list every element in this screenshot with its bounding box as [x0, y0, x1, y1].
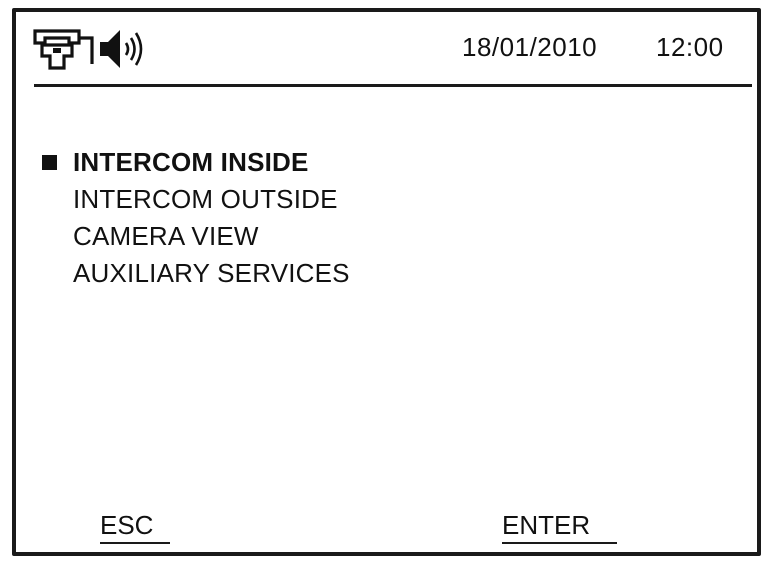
date-display: 18/01/2010 [462, 32, 598, 62]
phone-handset-icon [33, 29, 94, 70]
selection-marker-icon [42, 155, 57, 170]
menu-item-intercom-outside[interactable]: INTERCOM OUTSIDE [40, 181, 350, 218]
time-display: 12:00 [656, 32, 724, 62]
menu-item-camera-view[interactable]: CAMERA VIEW [40, 218, 350, 255]
status-divider [34, 84, 752, 87]
status-icons [32, 26, 148, 72]
main-menu: INTERCOM INSIDE INTERCOM OUTSIDE CAMERA … [40, 144, 350, 292]
menu-item-label: CAMERA VIEW [73, 221, 259, 251]
menu-item-auxiliary-services[interactable]: AUXILIARY SERVICES [40, 255, 350, 292]
lcd-screen: 18/01/2010 12:00 INTERCOM INSIDE INTERCO… [12, 8, 761, 556]
speaker-volume-icon [100, 30, 143, 68]
menu-item-label: INTERCOM INSIDE [73, 147, 309, 177]
menu-item-label: AUXILIARY SERVICES [73, 258, 350, 288]
menu-item-label: INTERCOM OUTSIDE [73, 184, 338, 214]
status-bar: 18/01/2010 12:00 [16, 12, 757, 82]
menu-item-intercom-inside[interactable]: INTERCOM INSIDE [40, 144, 350, 181]
esc-softkey[interactable]: ESC [100, 510, 170, 544]
enter-softkey[interactable]: ENTER [502, 510, 617, 544]
